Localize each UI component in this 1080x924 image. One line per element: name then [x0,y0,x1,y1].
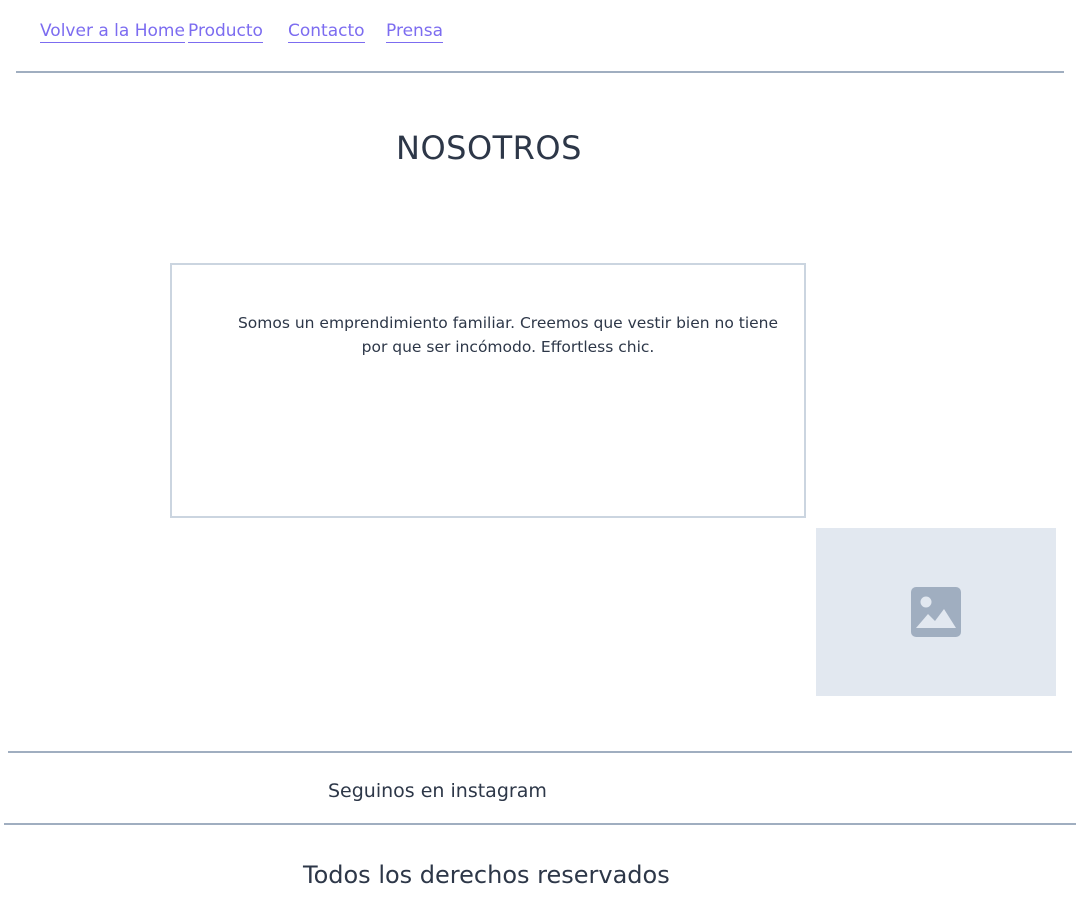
footer-copyright: Todos los derechos reservados [303,861,670,889]
top-nav: Volver a la Home Producto Contacto Prens… [0,0,1080,64]
about-text: Somos un emprendimiento familiar. Creemo… [237,314,779,356]
top-divider [16,71,1064,73]
footer-divider [4,823,1076,825]
social-divider-top [8,751,1072,753]
nav-link-contacto[interactable]: Contacto [288,20,365,43]
image-placeholder [816,528,1056,696]
nav-link-producto[interactable]: Producto [188,20,263,43]
page-title: NOSOTROS [396,129,582,167]
image-icon [911,587,961,637]
about-box: Somos un emprendimiento familiar. Creemo… [170,263,806,518]
nav-link-home[interactable]: Volver a la Home [40,20,185,43]
nav-link-prensa[interactable]: Prensa [386,20,444,43]
instagram-link[interactable]: Seguinos en instagram [328,777,547,805]
